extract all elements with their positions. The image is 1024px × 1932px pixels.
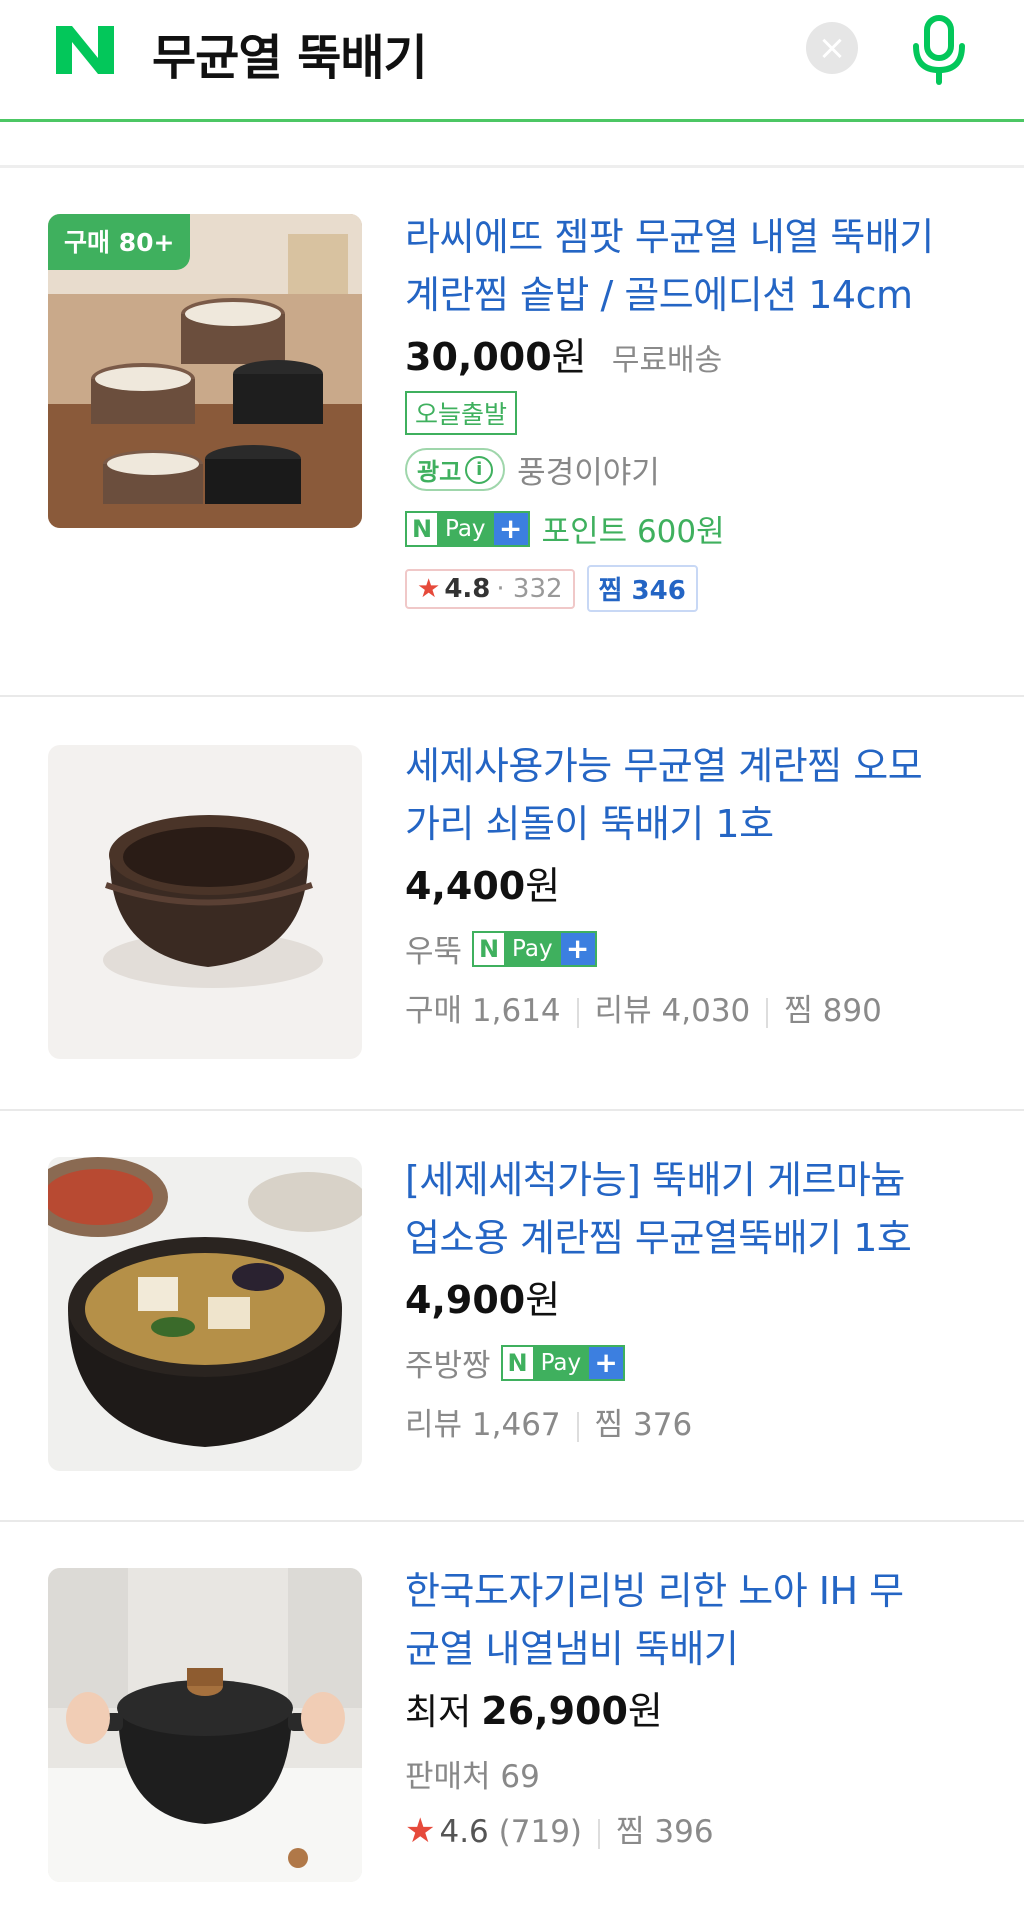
product-title-line[interactable]: 업소용 계란찜 무균열뚝배기 1호 <box>405 1209 995 1267</box>
seller-name[interactable]: 풍경이야기 <box>517 447 660 492</box>
point-label: 포인트 600원 <box>541 514 725 550</box>
product-image[interactable] <box>48 1568 362 1882</box>
naver-n-icon: N <box>474 932 505 965</box>
search-bar: 무균열 뚝배기 × <box>0 0 1024 122</box>
product-image[interactable]: 구매 80+ <box>48 214 362 528</box>
purchase-badge: 구매 80+ <box>48 214 191 270</box>
shipping-label: 무료배송 <box>611 343 723 378</box>
price: 4,900원 <box>405 1269 995 1324</box>
naver-n-icon: N <box>407 512 437 545</box>
separator <box>576 1411 579 1442</box>
price-value: 4,400 <box>405 864 526 908</box>
ad-badge[interactable]: 광고 i <box>405 448 506 491</box>
product-title[interactable]: 세제사용가능 무균열 계란찜 오모 가리 쇠돌이 뚝배기 1호 <box>405 737 995 853</box>
npay-badge: N Pay + <box>500 1344 626 1381</box>
rating-count: · 332 <box>496 573 563 604</box>
product-title-line[interactable]: 라씨에뜨 젬팟 무균열 내열 뚝배기 <box>405 208 995 266</box>
product-stats: ★ 4.6 (719) 찜 396 <box>405 1806 995 1851</box>
wishlist-count[interactable]: 찜 376 <box>595 1407 693 1443</box>
divider <box>0 1109 1024 1111</box>
price-value: 26,900 <box>481 1689 628 1733</box>
seller-count[interactable]: 판매처 69 <box>405 1751 540 1796</box>
plus-icon: + <box>589 1346 624 1379</box>
wishlist-count[interactable]: 찜 396 <box>616 1814 714 1850</box>
plus-icon: + <box>493 512 528 545</box>
divider <box>0 695 1024 697</box>
product-title-line[interactable]: 계란찜 솥밥 / 골드에디션 14cm <box>405 266 995 324</box>
wishlist-badge[interactable]: 찜 346 <box>586 565 698 612</box>
currency: 원 <box>627 1689 663 1733</box>
separator <box>598 1818 601 1849</box>
npay-badge: N Pay + <box>472 930 597 967</box>
review-count[interactable]: 리뷰 4,030 <box>595 993 751 1029</box>
separator <box>576 997 579 1028</box>
naver-n-icon: N <box>502 1346 533 1379</box>
naver-logo[interactable] <box>52 22 118 78</box>
divider <box>0 1520 1024 1522</box>
price: 30,000원 무료배송 <box>405 326 995 381</box>
price-value: 30,000 <box>405 335 552 379</box>
star-icon: ★ <box>417 573 441 604</box>
product-title[interactable]: 라씨에뜨 젬팟 무균열 내열 뚝배기 계란찜 솥밥 / 골드에디션 14cm <box>405 208 995 324</box>
product-title-line[interactable]: 한국도자기리빙 리한 노아 IH 무 <box>405 1562 995 1620</box>
product-title[interactable]: [세제세척가능] 뚝배기 게르마늄 업소용 계란찜 무균열뚝배기 1호 <box>405 1151 995 1267</box>
product-stats: 리뷰 1,467 찜 376 <box>405 1399 995 1444</box>
lowest-price-label: 최저 <box>405 1692 472 1733</box>
wishlist-count[interactable]: 찜 890 <box>784 993 882 1029</box>
product-title-line[interactable]: [세제세척가능] 뚝배기 게르마늄 <box>405 1151 995 1209</box>
close-icon[interactable]: × <box>806 22 858 74</box>
currency: 원 <box>551 335 587 379</box>
divider <box>0 165 1024 168</box>
product-title-line[interactable]: 세제사용가능 무균열 계란찜 오모 <box>405 737 995 795</box>
product-image[interactable] <box>48 745 362 1059</box>
product-title-line[interactable]: 균열 내열냄비 뚝배기 <box>405 1620 995 1678</box>
ad-label: 광고 <box>417 458 462 486</box>
search-input[interactable]: 무균열 뚝배기 <box>152 18 428 88</box>
price: 4,400원 <box>405 855 995 910</box>
star-icon: ★ <box>405 1811 436 1851</box>
seller-name[interactable]: 주방짱 <box>405 1340 491 1385</box>
separator <box>766 997 769 1028</box>
purchase-count: 구매 1,614 <box>405 993 561 1029</box>
npay-label: Pay <box>532 1346 590 1379</box>
info-icon[interactable]: i <box>465 455 494 484</box>
rating-value: 4.6 <box>439 1814 489 1850</box>
product-title[interactable]: 한국도자기리빙 리한 노아 IH 무 균열 내열냄비 뚝배기 <box>405 1562 995 1678</box>
product-image[interactable] <box>48 1157 362 1471</box>
currency: 원 <box>525 1278 561 1322</box>
review-count[interactable]: 리뷰 1,467 <box>405 1407 561 1443</box>
rating-value: 4.8 <box>444 573 491 604</box>
today-shipping-badge: 오늘출발 <box>405 391 518 435</box>
product-stats: 구매 1,614 리뷰 4,030 찜 890 <box>405 985 995 1030</box>
rating-count[interactable]: (719) <box>499 1814 582 1850</box>
currency: 원 <box>525 864 561 908</box>
rating-count-value: 332 <box>512 573 563 604</box>
npay-badge: N Pay + <box>405 510 530 547</box>
npay-label: Pay <box>437 512 494 545</box>
product-title-line[interactable]: 가리 쇠돌이 뚝배기 1호 <box>405 795 995 853</box>
rating-badge: ★ 4.8 · 332 <box>405 568 575 609</box>
price-value: 4,900 <box>405 1278 526 1322</box>
price: 최저 26,900원 <box>405 1680 995 1735</box>
seller-name[interactable]: 우뚝 <box>405 926 462 971</box>
plus-icon: + <box>560 932 595 965</box>
npay-label: Pay <box>504 932 561 965</box>
microphone-icon[interactable] <box>908 14 970 86</box>
